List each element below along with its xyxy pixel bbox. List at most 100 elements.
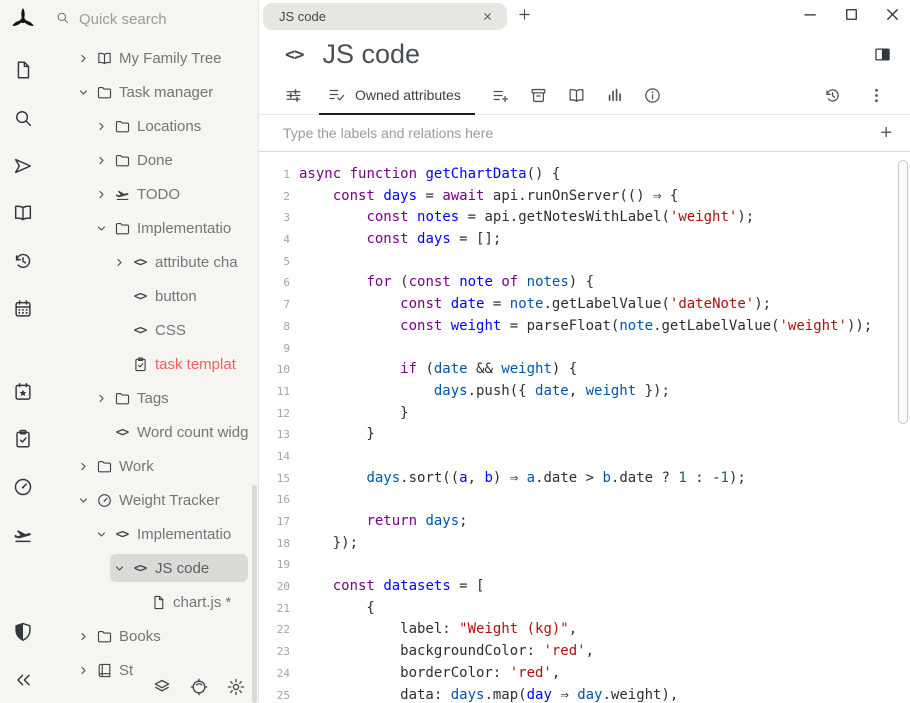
chevron-down-icon[interactable] [74,494,92,507]
maximize-button[interactable] [842,5,861,24]
note-paths-button[interactable] [527,76,551,114]
tree-item-word-count-widge[interactable]: <>Word count widge [45,415,258,449]
chevron-right-icon[interactable] [74,664,92,677]
code-editor[interactable]: 1async function getChartData() {2 const … [259,152,910,703]
tree-item-task-manager[interactable]: Task manager [45,75,258,109]
tree-item-button[interactable]: <>button [45,279,258,313]
chevron-right-icon[interactable] [74,52,92,65]
tree-item-locations[interactable]: Locations [45,109,258,143]
tree-item-chart-js[interactable]: chart.js * [45,585,258,619]
line-number: 11 [259,381,299,403]
tree-bottom-buttons [152,677,246,697]
calendar-events-button[interactable] [11,380,35,404]
jump-to-note-button[interactable] [11,154,35,178]
more-options-button[interactable] [864,76,888,114]
clipboard-icon [12,428,34,450]
tree-item-work[interactable]: Work [45,449,258,483]
inherited-attributes-button[interactable] [489,76,513,114]
toggle-right-pane-button[interactable] [873,45,892,64]
new-note-button[interactable] [11,58,35,82]
chevron-down-icon[interactable] [74,86,92,99]
chevron-down-icon[interactable] [92,528,110,541]
protected-session-button[interactable] [11,620,35,644]
code-line: 6 for (const note of notes) { [259,272,910,294]
code-line: 24 borderColor: 'red', [259,663,910,685]
basic-properties-button[interactable] [281,76,305,114]
global-map-button[interactable] [189,677,209,697]
tree-item-attribute-cha[interactable]: <>attribute cha [45,245,258,279]
chevron-right-icon[interactable] [92,188,110,201]
note-revisions-button[interactable] [820,76,844,114]
new-tab-button[interactable] [516,6,533,23]
settings-button[interactable] [226,677,246,697]
tree-scrollbar[interactable] [252,485,257,703]
sliders-icon [284,86,303,105]
tree-item-tags[interactable]: Tags [45,381,258,415]
todo-button[interactable] [11,523,35,547]
chevron-right-icon[interactable] [110,256,128,269]
tree-item-todo[interactable]: TODO [45,177,258,211]
list-plus-icon [491,86,510,105]
note-map-button[interactable] [11,201,35,225]
gauge-icon [12,476,34,498]
task-manager-button[interactable] [11,427,35,451]
calendar-star-icon [12,381,34,403]
line-number: 15 [259,468,299,490]
note-type-code-icon: <> [285,45,303,65]
editor-scrollbar[interactable] [898,160,908,424]
chevron-down-icon[interactable] [92,222,110,235]
line-number: 14 [259,446,299,468]
tree-item-task-templat[interactable]: task templat [45,347,258,381]
book-icon [92,662,116,679]
chevron-right-icon[interactable] [92,154,110,167]
tree-item-done[interactable]: Done [45,143,258,177]
tree-item-css[interactable]: <>CSS [45,313,258,347]
code-line: 9 [259,338,910,360]
tree-item-label: Locations [134,118,201,135]
code-line: 18 }); [259,533,910,555]
minimize-button[interactable] [801,5,820,24]
attributes-row: Type the labels and relations here + [259,115,910,152]
quick-search-input[interactable]: Quick search [55,10,167,29]
chart-icon [605,86,624,105]
chevron-right-icon[interactable] [74,460,92,473]
tree-item-implementatio[interactable]: Implementatio [45,211,258,245]
collapse-rail-button[interactable] [11,668,35,692]
bookmap-icon [567,86,586,105]
search-icon [12,107,34,129]
line-number: 10 [259,359,299,381]
code-line: 7 const date = note.getLabelValue('dateN… [259,294,910,316]
note-title[interactable]: JS code [322,39,873,70]
ribbon-tab-owned-attributes[interactable]: Owned attributes [319,76,475,115]
note-tree-panel: Quick search My Family TreeTask manager L… [45,0,258,703]
calendar-button[interactable] [11,297,35,321]
tab-bar: JS code [259,0,910,33]
chevron-down-icon[interactable] [110,562,128,575]
similar-notes-button[interactable] [603,76,627,114]
sync-status-button[interactable] [152,677,172,697]
note-map-button[interactable] [565,76,589,114]
tab-js-code[interactable]: JS code [263,3,507,30]
chevron-right-icon[interactable] [74,630,92,643]
close-button[interactable] [883,5,902,24]
tree-item-weight-tracker[interactable]: Weight Tracker [45,483,258,517]
note-info-button[interactable] [641,76,665,114]
attribute-input[interactable]: Type the labels and relations here [283,125,880,141]
line-number: 17 [259,511,299,533]
tab-close-icon[interactable] [480,9,495,24]
tab-title: JS code [279,9,480,24]
search-button[interactable] [11,106,35,130]
add-attribute-button[interactable]: + [880,123,892,143]
tree-item-my-family-tree[interactable]: My Family Tree [45,41,258,75]
weight-tracker-button[interactable] [11,475,35,499]
chevron-right-icon[interactable] [92,120,110,133]
ribbon-tab-label: Owned attributes [355,87,461,103]
tree-item-implementatio[interactable]: <>Implementatio [45,517,258,551]
tree-item-books[interactable]: Books [45,619,258,653]
tree-item-js-code[interactable]: <>JS code [45,551,258,585]
recent-changes-button[interactable] [11,249,35,273]
file-icon [12,59,34,81]
line-number: 23 [259,641,299,663]
chevron-right-icon[interactable] [92,392,110,405]
code-line: 11 days.push({ date, weight }); [259,381,910,403]
